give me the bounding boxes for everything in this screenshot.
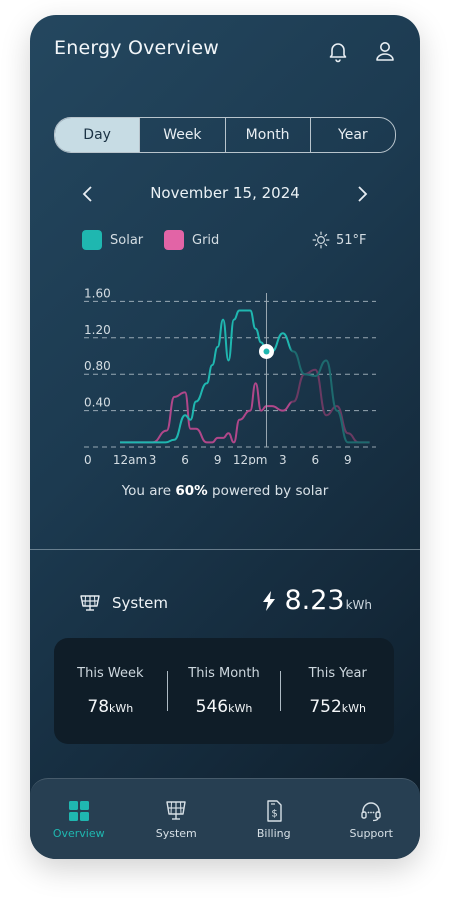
tab-billing-label: Billing xyxy=(256,827,291,840)
y-tick-label: 0.80 xyxy=(84,359,111,373)
x-tick-label: 9 xyxy=(214,453,222,465)
phone-screen: Energy Overview Day Week Month Year Nove… xyxy=(30,15,420,859)
grid-series-line xyxy=(119,368,370,444)
stat-week-value: 78 xyxy=(87,696,110,717)
stat-week: This Week 78kWh xyxy=(54,666,167,717)
headset-icon xyxy=(361,802,381,822)
solar-panel-icon xyxy=(80,595,100,611)
x-tick-label: 9 xyxy=(344,453,352,465)
svg-text:$: $ xyxy=(271,809,277,820)
tab-overview[interactable]: Overview xyxy=(30,779,128,859)
temperature: 51°F xyxy=(336,232,367,248)
section-divider xyxy=(30,549,420,550)
tab-support[interactable]: Support xyxy=(323,779,421,859)
grid-icon xyxy=(68,801,89,821)
system-output: 8.23 kWh xyxy=(262,585,372,616)
tab-system-label: System xyxy=(155,827,197,840)
energy-chart: 0.400.801.201.60 0 12am 3 6 9 12pm 3 6 9 xyxy=(84,286,376,465)
y-tick-label: 1.60 xyxy=(84,286,111,300)
system-unit: kWh xyxy=(345,598,372,612)
lightning-icon xyxy=(263,590,276,611)
solar-summary-prefix: You are xyxy=(121,483,176,499)
stat-year-label: This Year xyxy=(308,665,367,681)
legend-solar-label: Solar xyxy=(110,232,144,248)
solar-percent: 60% xyxy=(175,483,208,499)
y-tick-label: 0 xyxy=(84,453,92,465)
date-navigator: November 15, 2024 xyxy=(30,181,420,207)
page-title: Energy Overview xyxy=(54,37,220,59)
bottom-tab-bar: Overview System $ Billing Support xyxy=(30,778,420,859)
chevron-right-icon[interactable] xyxy=(350,182,374,206)
legend-grid-label: Grid xyxy=(192,232,220,248)
legend-solar: Solar xyxy=(82,229,143,251)
tab-billing[interactable]: $ Billing xyxy=(225,779,323,859)
tab-month[interactable]: Month xyxy=(224,118,310,152)
system-value: 8.23 xyxy=(284,585,345,616)
tab-week[interactable]: Week xyxy=(139,118,224,152)
stat-year-unit: kWh xyxy=(341,701,367,715)
bill-icon: $ xyxy=(267,800,282,822)
solar-summary: You are 60% powered by solar xyxy=(30,483,420,499)
stat-month: This Month 546kWh xyxy=(168,666,281,717)
x-tick-label: 3 xyxy=(149,453,157,465)
tab-support-label: Support xyxy=(349,827,393,840)
y-tick-label: 1.20 xyxy=(84,323,111,337)
weather: 51°F xyxy=(312,229,367,251)
tab-year[interactable]: Year xyxy=(309,118,395,152)
x-tick-label: 12am xyxy=(113,453,147,465)
stats-card: This Week 78kWh This Month 546kWh This Y… xyxy=(54,638,394,744)
system-header: System xyxy=(78,593,168,613)
solar-swatch xyxy=(82,230,102,250)
legend-grid: Grid xyxy=(164,229,219,251)
chart-cursor-handle-center xyxy=(263,348,270,355)
x-tick-label: 12pm xyxy=(233,453,268,465)
x-tick-label: 3 xyxy=(279,453,287,465)
stat-year-value: 752 xyxy=(309,696,342,717)
tab-overview-label: Overview xyxy=(52,827,105,840)
sun-icon xyxy=(312,231,330,249)
x-tick-label: 6 xyxy=(311,453,319,465)
tab-day[interactable]: Day xyxy=(55,118,140,152)
user-icon[interactable] xyxy=(373,39,397,63)
grid-swatch xyxy=(164,230,184,250)
stat-year: This Year 752kWh xyxy=(281,666,394,717)
solar-panel-icon xyxy=(166,801,186,820)
x-tick-label: 6 xyxy=(181,453,189,465)
stat-month-value: 546 xyxy=(195,696,229,717)
solar-summary-suffix: powered by solar xyxy=(207,483,329,499)
stat-month-unit: kWh xyxy=(228,701,253,715)
range-selector: Day Week Month Year xyxy=(54,117,396,153)
system-label: System xyxy=(112,594,168,612)
stat-week-unit: kWh xyxy=(109,701,134,715)
stat-month-label: This Month xyxy=(188,665,260,681)
y-tick-label: 0.40 xyxy=(84,396,111,410)
stat-week-label: This Week xyxy=(77,665,144,681)
tab-system[interactable]: System xyxy=(128,779,226,859)
bell-icon[interactable] xyxy=(326,39,350,63)
solar-series-line xyxy=(119,309,370,444)
